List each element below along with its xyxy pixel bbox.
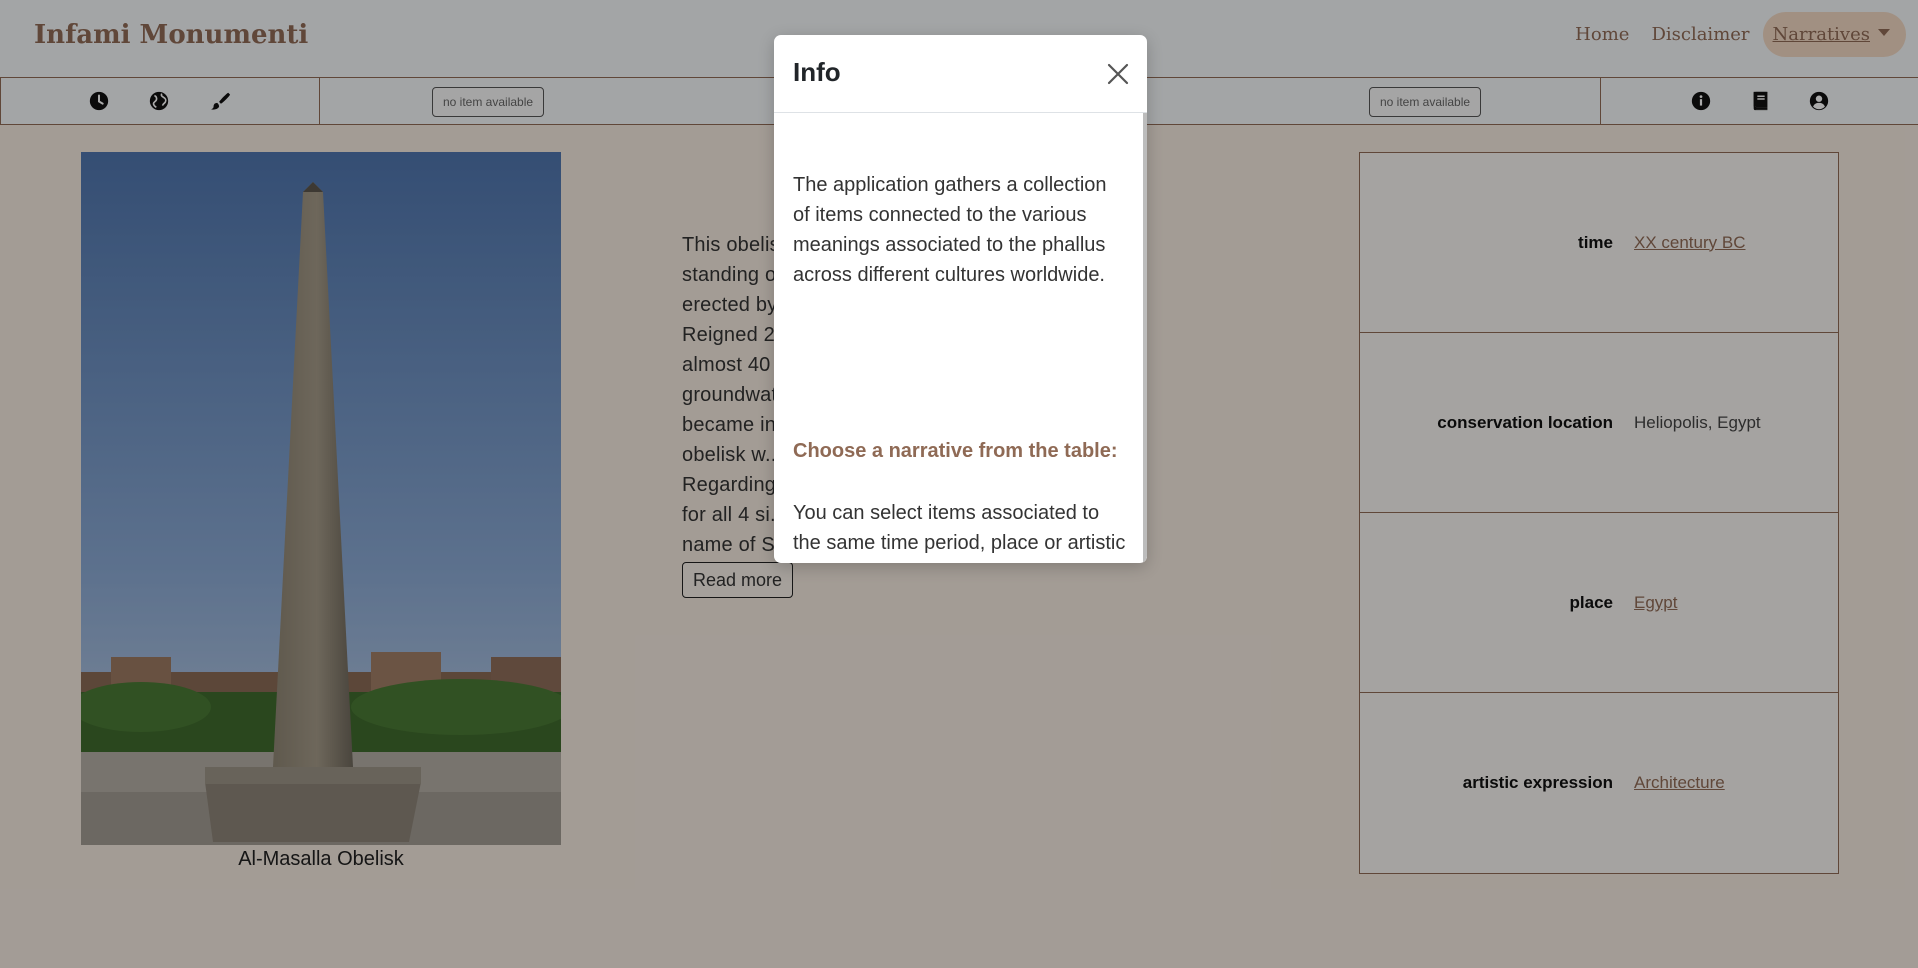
modal-title: Info <box>793 57 841 87</box>
close-icon[interactable] <box>1106 62 1130 86</box>
modal-header: Info <box>774 35 1147 113</box>
modal-instructions-text: You can select items associated to the s… <box>793 502 1126 563</box>
modal-intro-text: The application gathers a collection of … <box>793 174 1107 286</box>
modal-instructions-clip: You can select items associated to the s… <box>793 498 1128 563</box>
info-modal: Info The application gathers a collectio… <box>774 35 1147 563</box>
modal-scrollbar[interactable] <box>1143 113 1147 563</box>
modal-section-heading: Choose a narrative from the table: <box>793 440 1118 462</box>
scrollbar-thumb[interactable] <box>1143 113 1147 563</box>
